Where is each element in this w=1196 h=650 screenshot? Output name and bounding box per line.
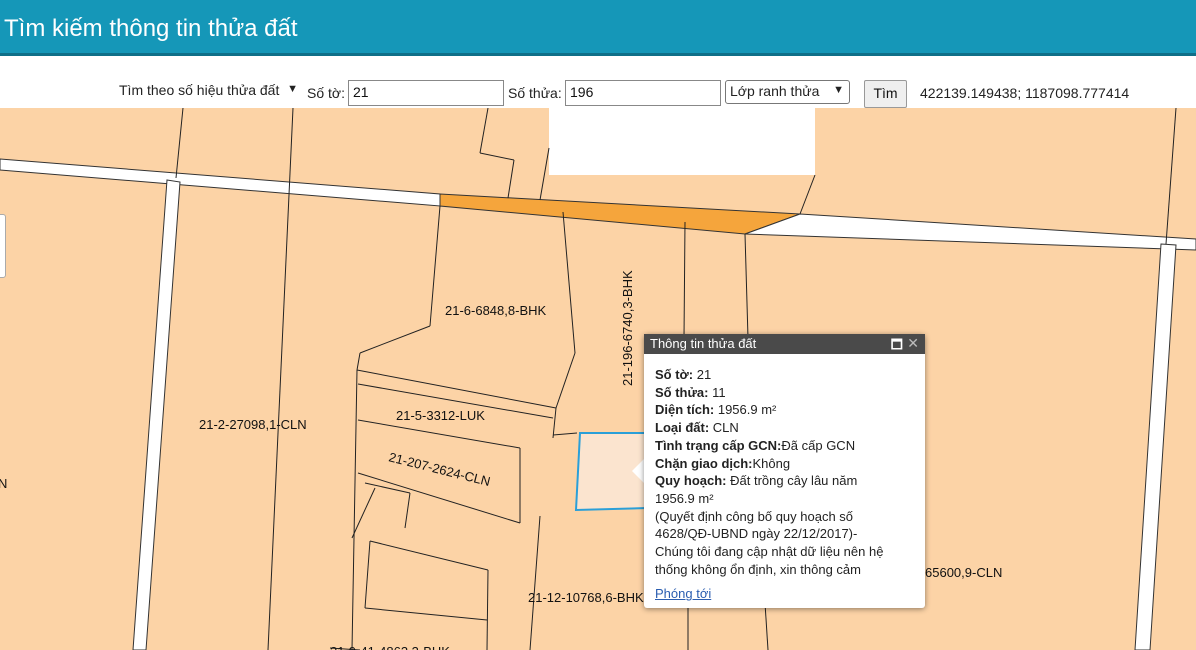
app-header: Tìm kiếm thông tin thửa đất	[0, 0, 1196, 56]
row-value: Không	[752, 455, 791, 471]
popup-body: Số tờ: 21 Số thửa: 11 Diện tích: 1956.9 …	[644, 354, 925, 603]
sheet-number-value: 21	[353, 84, 369, 100]
parcel-label-21-207: 21-207-2624-CLN	[387, 449, 492, 489]
row-value: Đã cấp GCN	[781, 437, 856, 453]
row-label: Tình trạng cấp GCN:	[655, 437, 782, 453]
info-row: Quy hoạch: Đất trồng cây lâu năm	[655, 472, 914, 490]
maximize-icon[interactable]: 🗖	[891, 336, 903, 358]
planning-line: (Quyết định công bố quy hoạch số	[655, 508, 854, 524]
zoom-to-link[interactable]: Phóng tới	[655, 585, 711, 603]
search-mode-value: Tìm theo số hiệu thửa đất	[119, 82, 280, 98]
row-value: 21	[693, 367, 712, 382]
search-mode-select[interactable]: Tìm theo số hiệu thửa đất ▼	[115, 80, 303, 104]
road-right	[744, 213, 1196, 251]
parcel-label: Số thửa:	[508, 85, 562, 101]
parcel-number-value: 196	[570, 84, 594, 100]
parcel-number-input[interactable]: 196	[565, 80, 721, 106]
row-label: Diện tích:	[655, 402, 715, 418]
info-row: Loại đất: CLN	[655, 419, 914, 437]
parcel-label-21-196: 21-196-6740,3-BHK	[620, 270, 635, 386]
road-vertical-left	[132, 179, 181, 650]
row-label: Số tờ:	[655, 367, 694, 382]
row-label: Loại đất:	[655, 420, 710, 436]
chevron-down-icon: ▼	[833, 84, 844, 96]
parcel-label-21-2: 21-2-27098,1-CLN	[199, 417, 307, 432]
info-row: Chặn giao dịch:Không	[655, 455, 914, 473]
planning-line: Chúng tôi đang cập nhật dữ liệu nên hệ	[655, 544, 884, 560]
parcel-map-svg: 21-6-6848,8-BHK 21-196-6740,3-BHK 21-2-2…	[0, 108, 1196, 650]
layer-select-value: Lớp ranh thửa	[730, 83, 820, 99]
row-label: Quy hoạch:	[655, 473, 727, 489]
parcel-label-21-5: 21-5-3312-LUK	[396, 408, 485, 423]
row-label: Số thửa:	[655, 384, 709, 400]
info-row: Diện tích: 1956.9 m²	[655, 401, 914, 419]
popup-header: Thông tin thửa đất 🗖 ✕	[644, 334, 925, 354]
planning-line: thống không ổn định, xin thông cảm	[655, 561, 861, 577]
row-value: CLN	[709, 420, 739, 436]
info-row: Tình trạng cấp GCN:Đã cấp GCN	[655, 437, 914, 455]
coordinate-readout: 422139.149438; 1187098.777414	[920, 85, 1130, 101]
blank-area	[549, 108, 815, 175]
row-value: Đất trồng cây lâu năm	[726, 473, 858, 489]
search-toolbar: Tìm theo số hiệu thửa đất ▼ Số tờ: 21 Số…	[0, 56, 1196, 108]
page-title: Tìm kiếm thông tin thửa đất	[4, 15, 298, 42]
road-left	[0, 158, 441, 207]
parcel-label-65600: 65600,9-CLN	[925, 565, 1002, 580]
info-row: Số tờ: 21	[655, 366, 914, 384]
parcel-label-edge: N	[0, 476, 7, 491]
road-parcel	[439, 193, 801, 235]
layer-select[interactable]: Lớp ranh thửa ▼	[725, 80, 850, 104]
planning-line: 1956.9 m²	[655, 490, 714, 506]
planning-line: 4628/QĐ-UBND ngày 22/12/2017)-	[655, 526, 858, 542]
road-vertical-right	[1134, 243, 1177, 650]
row-value: 11	[708, 384, 726, 400]
map-canvas[interactable]: 21-6-6848,8-BHK 21-196-6740,3-BHK 21-2-2…	[0, 108, 1196, 650]
sheet-label: Số tờ:	[307, 85, 345, 101]
search-button[interactable]: Tìm	[864, 80, 907, 108]
parcel-label-21-6: 21-6-6848,8-BHK	[445, 303, 546, 318]
close-icon[interactable]: ✕	[907, 335, 919, 352]
sheet-number-input[interactable]: 21	[348, 80, 504, 106]
parcel-label-21-9: 21-9-41-4863,3-BHK	[330, 644, 450, 650]
chevron-down-icon: ▼	[287, 83, 298, 95]
row-label: Chặn giao dịch:	[655, 455, 753, 471]
parcel-label-21-12: 21-12-10768,6-BHK	[528, 590, 644, 605]
row-value: 1956.9 m²	[714, 402, 777, 418]
zoom-control[interactable]	[0, 214, 6, 278]
info-row: Số thửa: 11	[655, 384, 914, 402]
popup-title: Thông tin thửa đất	[650, 336, 757, 351]
parcel-info-popup: Thông tin thửa đất 🗖 ✕ Số tờ: 21 Số thửa…	[644, 334, 925, 608]
